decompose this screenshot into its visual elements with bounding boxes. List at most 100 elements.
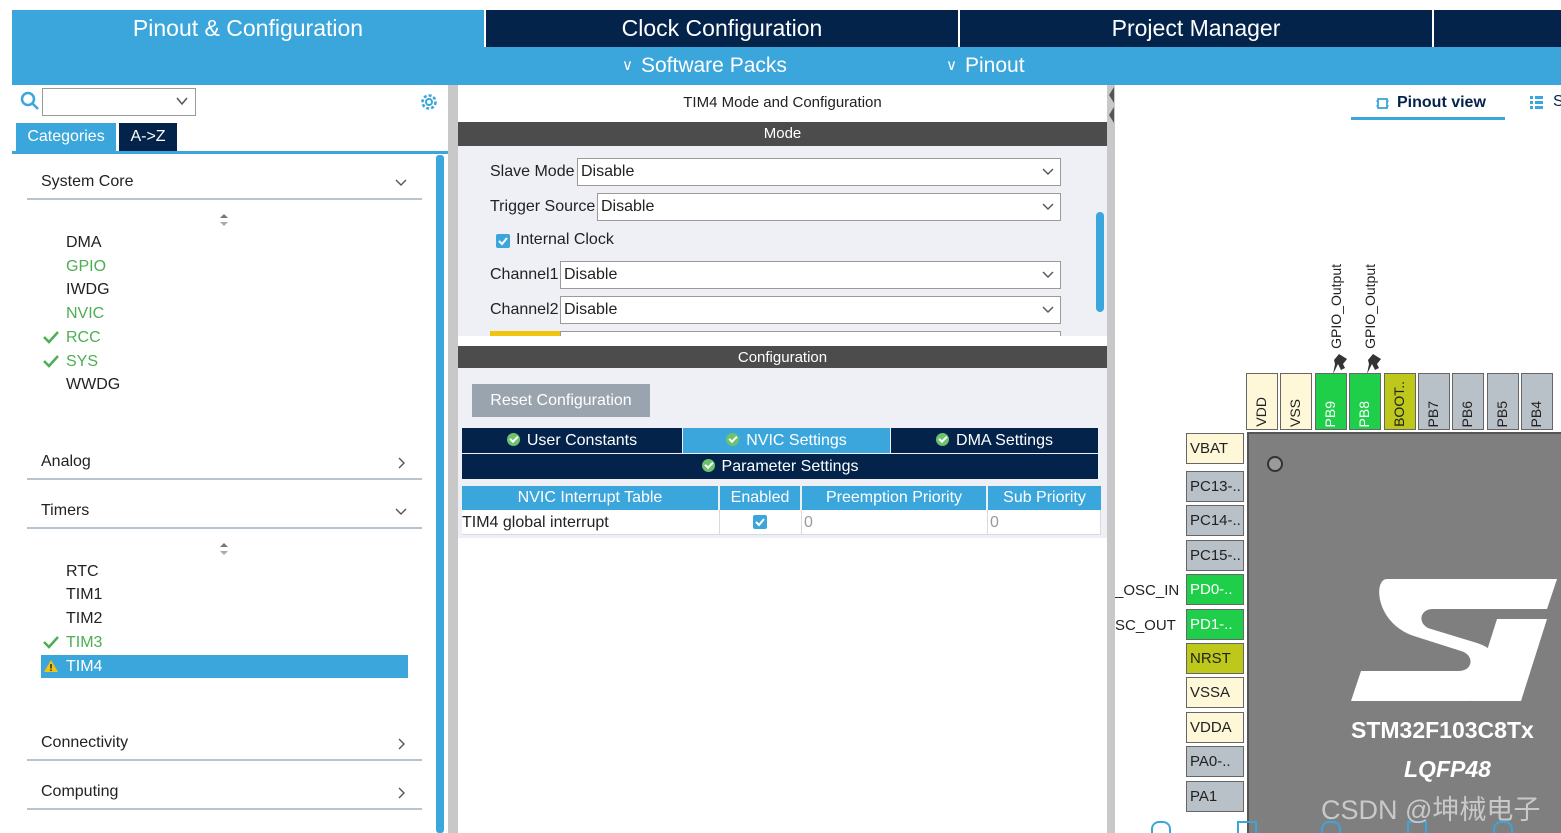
column-header-preemption[interactable]: Preemption Priority [802,486,986,510]
pin-pc14[interactable]: PC14-.. [1186,505,1244,536]
slave-mode-select[interactable]: Disable [577,158,1061,186]
item-rcc[interactable]: RCC [41,326,408,349]
slave-mode-label: Slave Mode [490,163,575,180]
sort-icon[interactable] [218,542,230,556]
item-wwdg[interactable]: WWDG [41,373,408,396]
fit-icon[interactable] [1237,821,1257,833]
reset-configuration-button[interactable]: Reset Configuration [472,384,650,417]
table-cell-preemption[interactable]: 0 [802,510,988,535]
gear-icon[interactable] [418,91,440,113]
tab-a-to-z[interactable]: A->Z [119,123,177,151]
pin-vdda[interactable]: VDDA [1186,712,1244,743]
tab-pinout-view[interactable]: Pinout view [1351,93,1505,120]
zoom-in-icon[interactable] [1151,821,1171,833]
list-icon [1530,96,1543,109]
pin-pb9[interactable]: PB9 [1315,373,1347,430]
sort-icon[interactable] [218,213,230,227]
pin-pb7[interactable]: PB7 [1418,373,1450,430]
tab-label: Parameter Settings [721,458,859,475]
item-tim2[interactable]: TIM2 [41,607,408,630]
item-rtc[interactable]: RTC [41,560,408,583]
chevron-right-icon [398,457,405,469]
tab-parameter-settings[interactable]: Parameter Settings [462,454,1098,479]
system-view-label: S [1553,93,1561,110]
pin-vssa[interactable]: VSSA [1186,677,1244,708]
chevron-down-icon [176,97,188,106]
pin-pb8[interactable]: PB8 [1349,373,1381,430]
pin-nrst[interactable]: NRST [1186,643,1244,674]
left-scrollbar[interactable] [436,155,444,833]
search-combobox[interactable] [42,88,196,116]
pin-pb4[interactable]: PB4 [1521,373,1553,430]
group-connectivity[interactable]: Connectivity [27,730,422,761]
tab-clock-configuration[interactable]: Clock Configuration [486,10,960,47]
item-iwdg[interactable]: IWDG [41,278,408,301]
item-label: RCC [66,329,101,346]
group-system-core[interactable]: System Core [27,169,422,200]
item-sys[interactable]: SYS [41,350,408,373]
item-label: SYS [66,353,99,370]
pin-label: PA0-.. [1190,753,1231,770]
group-label: Computing [41,783,119,800]
group-timers[interactable]: Timers [27,498,422,529]
tab-dma-settings[interactable]: DMA Settings [891,428,1098,453]
pin-vdd[interactable]: VDD [1246,373,1278,430]
pinout-view-label: Pinout view [1397,94,1486,111]
pin-pa1[interactable]: PA1 [1186,781,1244,812]
column-header-interrupt[interactable]: NVIC Interrupt Table [462,486,718,510]
categories-panel: Categories A->Z System Core DMA GPIO IWD… [12,85,448,833]
tab-project-manager[interactable]: Project Manager [960,10,1434,47]
collapse-arrow-icon[interactable] [1108,85,1115,125]
enabled-checkbox[interactable] [753,515,767,529]
pin-pa0[interactable]: PA0-.. [1186,746,1244,777]
pinout-view-panel: Pinout view S GPIO_Output GPIO_Output VD… [1115,85,1561,833]
item-gpio[interactable]: GPIO [41,255,408,278]
group-analog[interactable]: Analog [27,449,422,480]
table-cell-sub-priority[interactable]: 0 [988,510,1101,535]
pin-label: PC13-.. [1190,478,1241,495]
pinout-menu[interactable]: ∨ Pinout [946,47,1025,85]
item-tim1[interactable]: TIM1 [41,583,408,606]
channel1-select[interactable]: Disable [560,261,1061,289]
tab-user-constants[interactable]: User Constants [462,428,682,453]
group-label: System Core [41,173,134,190]
panel-splitter[interactable] [448,85,458,833]
column-header-sub-priority[interactable]: Sub Priority [988,486,1101,510]
search-icon[interactable] [20,91,40,111]
internal-clock-checkbox[interactable] [496,234,510,248]
group-computing[interactable]: Computing [27,779,422,810]
item-nvic[interactable]: NVIC [41,302,408,325]
software-packs-menu[interactable]: ∨ Software Packs [622,47,787,85]
panel-title: TIM4 Mode and Configuration [683,94,882,111]
trigger-source-select[interactable]: Disable [597,193,1061,221]
panel-splitter[interactable] [1107,85,1115,833]
tab-pinout-configuration[interactable]: Pinout & Configuration [12,10,486,47]
check-circle-icon [726,433,740,446]
check-circle-icon [506,433,520,446]
pin-pd1[interactable]: PD1-.. [1186,609,1244,640]
channel3-select[interactable] [560,331,1061,336]
pin-vbat[interactable]: VBAT [1186,433,1244,464]
pin-pd0[interactable]: PD0-.. [1186,574,1244,605]
tab-nvic-settings[interactable]: NVIC Settings [683,428,890,453]
group-label: Timers [41,502,90,519]
pin-label: NRST [1190,650,1231,667]
tab-categories[interactable]: Categories [16,123,116,151]
pin-boot0[interactable]: BOOT.. [1384,373,1416,430]
pin-label: PC14-.. [1190,512,1241,529]
tab-tools[interactable] [1434,10,1561,47]
pin-pc15[interactable]: PC15-.. [1186,540,1244,571]
divider [27,527,422,529]
item-tim4[interactable]: TIM4 [41,655,408,678]
pin-pb6[interactable]: PB6 [1452,373,1484,430]
pin-vss[interactable]: VSS [1280,373,1312,430]
column-header-enabled[interactable]: Enabled [720,486,800,510]
pin-pc13[interactable]: PC13-.. [1186,471,1244,502]
channel2-select[interactable]: Disable [560,296,1061,324]
item-tim3[interactable]: TIM3 [41,631,408,654]
mode-scrollbar[interactable] [1096,212,1104,312]
chevron-down-icon [1042,203,1054,210]
pin-signal-label: GPIO_Output [1362,264,1378,349]
item-dma[interactable]: DMA [41,231,408,254]
pin-pb5[interactable]: PB5 [1487,373,1519,430]
